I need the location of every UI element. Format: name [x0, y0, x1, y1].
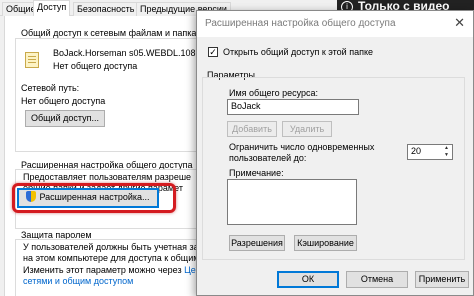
cancel-button[interactable]: Отмена [346, 271, 408, 288]
share-folder-checkbox[interactable]: ✓ [208, 47, 218, 57]
spin-down-icon[interactable]: ▼ [442, 152, 451, 159]
advanced-sharing-dialog: Расширенная настройка общего доступа ✕ ✓… [196, 10, 474, 296]
permissions-button[interactable]: Разрешения [229, 235, 285, 251]
tab-strip: Общие Доступ Безопасность Предыдущие вер… [0, 0, 231, 17]
sharing-panel: Общий доступ к сетевым файлам и папкам B… [4, 16, 215, 296]
share-folder-checkbox-label: Открыть общий доступ к этой папке [223, 47, 374, 57]
password-desc-line-3: Изменить этот параметр можно через Цент [23, 265, 205, 276]
caching-button[interactable]: Кэширование [294, 235, 357, 251]
share-name-label: Имя общего ресурса: [229, 88, 319, 98]
add-button[interactable]: Добавить [227, 121, 277, 137]
password-desc-line-2: на этом компьютере для доступа к общим [23, 253, 200, 263]
uac-shield-icon [26, 191, 37, 202]
folder-name: BoJack.Horseman s05.WEBDL.1080p [53, 48, 206, 58]
dialog-title: Расширенная настройка общего доступа [205, 18, 396, 29]
note-textarea[interactable] [227, 179, 357, 225]
tab-sharing[interactable]: Доступ [33, 0, 71, 17]
advanced-settings-button-label: Расширенная настройка... [39, 192, 150, 202]
user-limit-stepper[interactable]: 20 ▲ ▼ [407, 144, 453, 160]
spin-up-icon[interactable]: ▲ [442, 145, 451, 152]
apply-button[interactable]: Применить [415, 271, 469, 288]
advanced-settings-button[interactable]: Расширенная настройка... [17, 188, 159, 208]
share-name-input[interactable]: BoJack [227, 99, 359, 115]
ok-button[interactable]: ОК [277, 271, 339, 288]
folder-icon [25, 52, 39, 68]
limit-label-line-2: пользователей до: [229, 153, 307, 163]
user-limit-value: 20 [411, 146, 422, 156]
share-button[interactable]: Общий доступ... [25, 110, 105, 127]
tab-security[interactable]: Безопасность [73, 2, 139, 16]
network-path-label: Сетевой путь: [21, 83, 80, 93]
remove-button[interactable]: Удалить [282, 121, 332, 137]
dialog-titlebar[interactable]: Расширенная настройка общего доступа ✕ [197, 11, 473, 37]
note-label: Примечание: [229, 168, 284, 178]
folder-status: Нет общего доступа [53, 61, 138, 71]
network-path-value: Нет общего доступа [21, 96, 106, 106]
password-desc-prefix: Изменить этот параметр можно через [23, 265, 185, 275]
close-icon[interactable]: ✕ [454, 15, 465, 31]
properties-window: Общие Доступ Безопасность Предыдущие вер… [0, 0, 231, 296]
limit-label-line-1: Ограничить число одновременных [229, 142, 375, 152]
network-center-link-continued[interactable]: сетями и общим доступом [23, 276, 133, 287]
password-desc-line-1: У пользователей должны быть учетная зап [23, 242, 204, 252]
advanced-desc-line-1: Предоставляет пользователям разреше [23, 172, 192, 182]
